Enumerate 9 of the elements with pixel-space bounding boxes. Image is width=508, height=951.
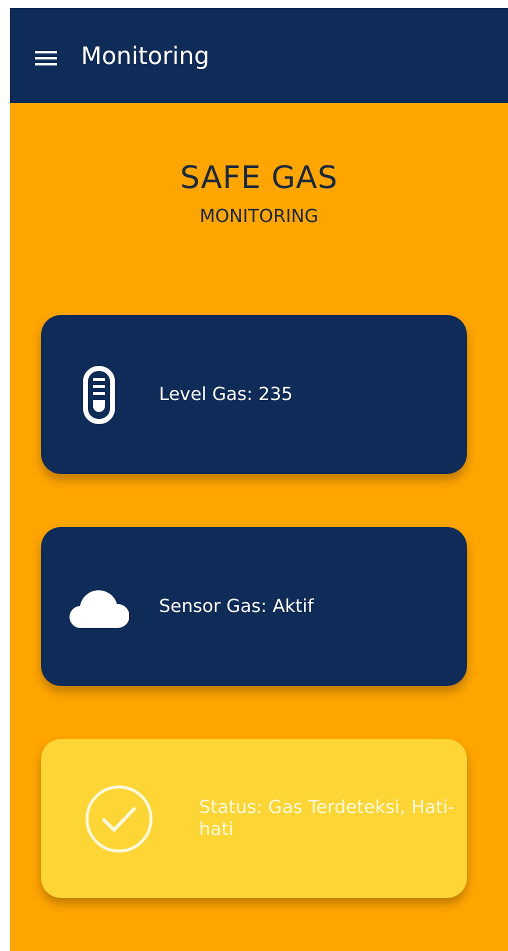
app-subtitle: MONITORING — [200, 206, 318, 227]
status-text: Status: Gas Terdeteksi, Hati-hati — [199, 796, 456, 840]
app-bar-title: Monitoring — [81, 42, 210, 70]
check-circle-icon — [84, 784, 154, 854]
menu-icon[interactable] — [35, 50, 57, 66]
reading-text: Level Gas: 235 — [159, 384, 293, 406]
app-title: SAFE GAS — [180, 160, 338, 196]
reading-text: Sensor Gas: Aktif — [159, 596, 314, 618]
gauge-icon — [83, 366, 115, 424]
